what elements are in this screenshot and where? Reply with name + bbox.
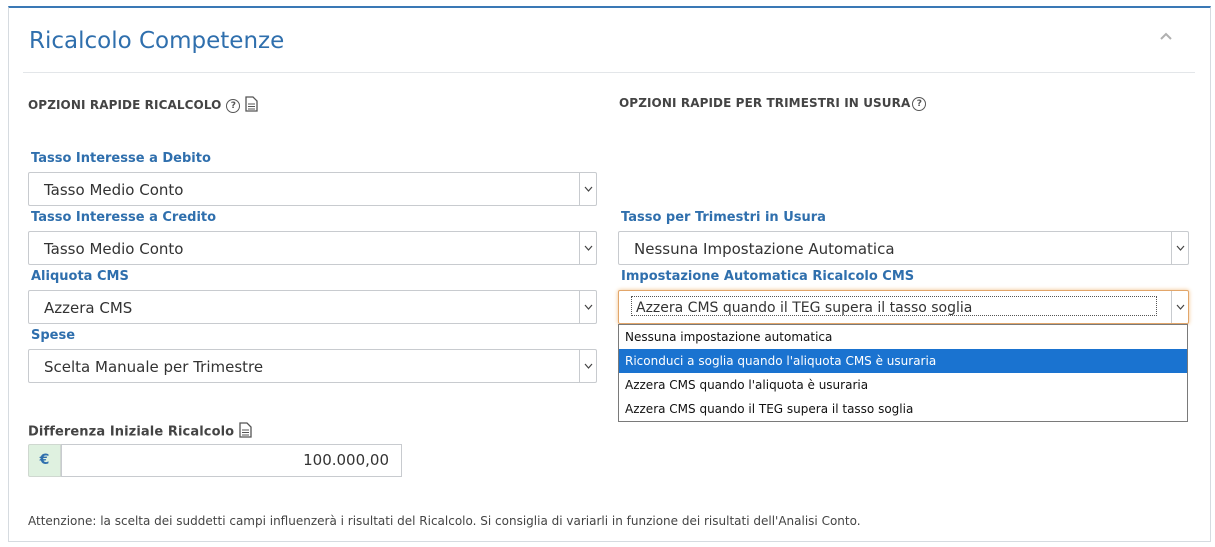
label-aliquota-cms: Aliquota CMS [31,269,129,284]
chevron-down-icon[interactable] [579,291,596,323]
chevron-down-icon[interactable] [579,350,596,382]
dropdown-option-selected[interactable]: Riconduci a soglia quando l'aliquota CMS… [619,349,1187,373]
label-ricalcolo-cms: Impostazione Automatica Ricalcolo CMS [621,269,915,284]
question-icon[interactable]: ? [226,98,241,113]
question-icon[interactable]: ? [912,96,927,111]
section-title-left: OPZIONI RAPIDE RICALCOLO? [28,96,259,115]
document-icon[interactable] [239,422,252,442]
chevron-down-icon[interactable] [579,232,596,264]
differenza-input[interactable]: 100.000,00 [61,444,402,477]
label-spese: Spese [31,328,76,343]
section-title-right: OPZIONI RAPIDE PER TRIMESTRI IN USURA? [619,96,927,111]
chevron-down-icon[interactable] [579,173,596,205]
label-tasso-debito: Tasso Interesse a Debito [31,151,211,166]
divider [23,72,1195,73]
currency-addon: € [28,444,61,477]
dropdown-option[interactable]: Nessuna impostazione automatica [619,325,1187,349]
dropdown-option[interactable]: Azzera CMS quando il TEG supera il tasso… [619,397,1187,421]
chevron-up-icon[interactable] [1159,26,1177,44]
warning-note: Attenzione: la scelta dei suddetti campi… [28,514,861,528]
select-tasso-usura[interactable]: Nessuna Impostazione Automatica [618,231,1189,265]
select-ricalcolo-cms[interactable]: Azzera CMS quando il TEG supera il tasso… [618,290,1189,324]
select-tasso-debito[interactable]: Tasso Medio Conto [28,172,597,206]
label-tasso-credito: Tasso Interesse a Credito [31,210,217,225]
select-aliquota-cms[interactable]: Azzera CMS [28,290,597,324]
chevron-down-icon[interactable] [1171,232,1188,264]
document-icon[interactable] [245,96,259,115]
select-spese[interactable]: Scelta Manuale per Trimestre [28,349,597,383]
label-differenza: Differenza Iniziale Ricalcolo [28,422,252,442]
page-title: Ricalcolo Competenze [29,28,285,54]
chevron-down-icon[interactable] [1171,291,1188,323]
label-tasso-usura: Tasso per Trimestri in Usura [621,210,826,225]
select-tasso-credito[interactable]: Tasso Medio Conto [28,231,597,265]
dropdown-ricalcolo-cms: Nessuna impostazione automatica Riconduc… [618,324,1188,422]
dropdown-option[interactable]: Azzera CMS quando l'aliquota è usuraria [619,373,1187,397]
